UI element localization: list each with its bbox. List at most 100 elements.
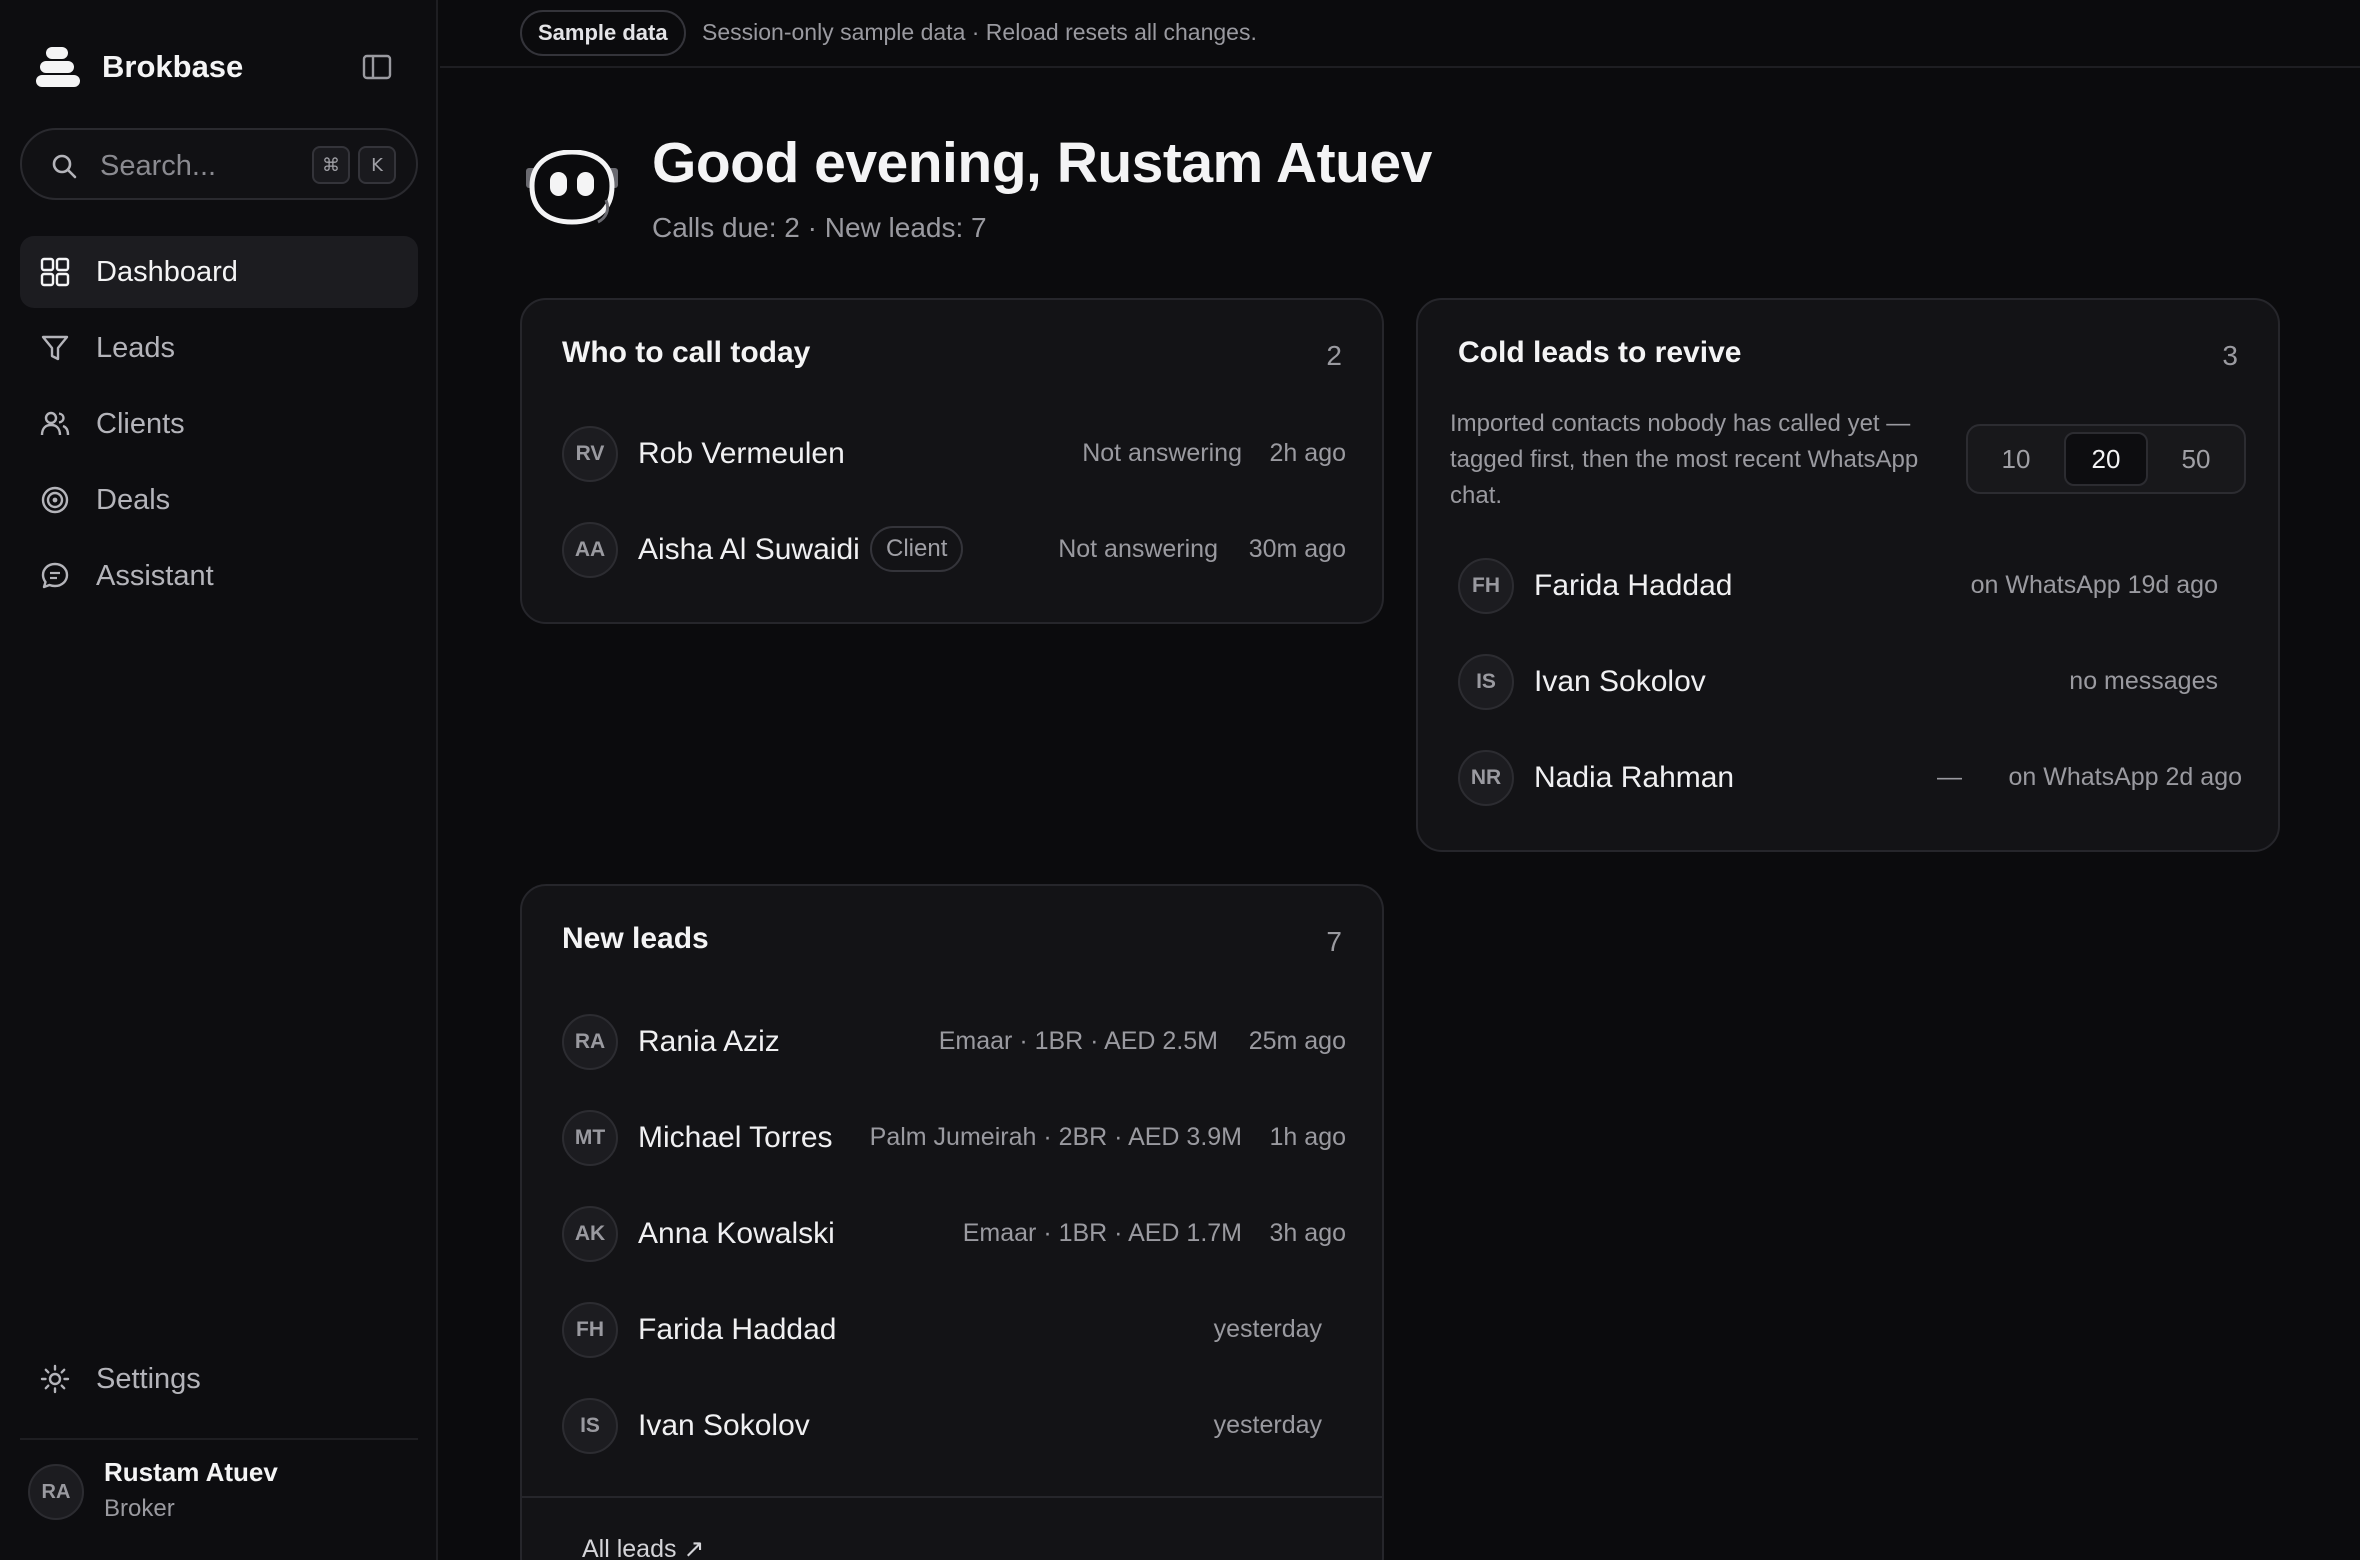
sidebar-item-assistant[interactable]: Assistant (20, 540, 418, 612)
avatar: IS (1458, 654, 1514, 710)
call-today-count: 2 (1326, 340, 1342, 371)
brokbase-logo-icon (36, 45, 80, 89)
users-icon (40, 411, 70, 436)
lead-detail: Emaar · 1BR · AED 1.7M (962, 1219, 1242, 1247)
lead-name: Michael Torres (638, 1121, 833, 1154)
assistant-bot-icon (526, 150, 618, 225)
list-item[interactable]: AA Aisha Al Suwaidi Client Not answering… (562, 520, 1346, 580)
lead-detail: Palm Jumeirah · 2BR · AED 3.9M (869, 1123, 1242, 1151)
last-contact: on WhatsApp 19d ago (1970, 571, 2218, 599)
sidebar-item-label: Assistant (96, 560, 214, 592)
lead-name: Farida Haddad (1534, 569, 1733, 602)
sidebar-item-label: Clients (96, 408, 185, 440)
greeting-summary: Calls due: 2 · New leads: 7 (652, 212, 987, 243)
time-ago: 1h ago (1269, 1123, 1346, 1151)
time-ago: 3h ago (1269, 1219, 1346, 1247)
limit-option-50[interactable]: 50 (2154, 432, 2238, 486)
card-title: Cold leads to revive (1458, 336, 1742, 369)
brand[interactable]: Brokbase (36, 42, 243, 92)
avatar: NR (1458, 750, 1514, 806)
avatar: IS (562, 1398, 618, 1454)
lead-name: Anna Kowalski (638, 1217, 835, 1250)
lead-name: Nadia Rahman (1534, 761, 1735, 794)
lead-name: Aisha Al Suwaidi (638, 533, 860, 566)
list-item[interactable]: FH Farida Haddad on WhatsApp 19d ago (1458, 556, 2218, 616)
avatar: FH (1458, 558, 1514, 614)
dashboard-grid-icon (40, 257, 70, 287)
last-contact: on WhatsApp 2d ago (2008, 763, 2243, 791)
search-placeholder: Search... (100, 150, 217, 182)
settings-sun-icon (40, 1364, 70, 1394)
list-item[interactable]: RV Rob Vermeulen Not answering 2h ago (562, 424, 1346, 484)
lead-name: Ivan Sokolov (1534, 665, 1706, 698)
user-name: Rustam Atuev (104, 1457, 278, 1487)
list-item[interactable]: NR Nadia Rahman — on WhatsApp 2d ago (1458, 748, 2242, 808)
sidebar-item-dashboard[interactable]: Dashboard (20, 236, 418, 308)
shortcut-k-key: K (358, 146, 396, 184)
client-tag: Client (870, 526, 964, 572)
lead-name: Ivan Sokolov (638, 1409, 810, 1442)
lead-detail: Emaar · 1BR · AED 2.5M (938, 1027, 1218, 1055)
call-today-card: Who to call today 2 RV Rob Vermeulen Not… (520, 298, 1384, 624)
list-item[interactable]: RA Rania Aziz Emaar · 1BR · AED 2.5M 25m… (562, 1012, 1346, 1072)
sidebar-item-leads[interactable]: Leads (20, 312, 418, 384)
time-ago: 30m ago (1248, 535, 1346, 563)
filter-funnel-icon (41, 335, 69, 361)
limit-selector: 10 20 50 (1966, 424, 2246, 494)
cold-leads-description: Imported contacts nobody has called yet … (1450, 410, 1919, 509)
new-leads-card: New leads 7 RA Rania Aziz Emaar · 1BR · … (520, 884, 1384, 1560)
sidebar-item-label: Dashboard (96, 256, 238, 288)
sidebar-item-settings[interactable]: Settings (20, 1343, 418, 1415)
lead-name: Rania Aziz (638, 1025, 780, 1058)
avatar: AA (562, 522, 618, 578)
lead-name: Rob Vermeulen (638, 437, 845, 470)
lead-tag-dash: — (1937, 763, 1962, 791)
limit-option-10[interactable]: 10 (1974, 432, 2058, 486)
sidebar-toggle-icon[interactable] (360, 50, 394, 84)
list-item[interactable]: FH Farida Haddad yesterday (562, 1300, 1322, 1360)
banner-text: Session-only sample data · Reload resets… (702, 19, 1257, 45)
card-title: New leads (562, 922, 709, 955)
sidebar-item-clients[interactable]: Clients (20, 388, 418, 460)
avatar: MT (562, 1110, 618, 1166)
sidebar-divider (20, 1438, 418, 1440)
sample-data-badge: Sample data (520, 10, 686, 56)
all-leads-link[interactable]: All leads ↗ (582, 1534, 704, 1560)
search-input[interactable]: Search... ⌘ K (20, 128, 418, 200)
last-contact: no messages (2069, 667, 2218, 695)
card-footer: All leads ↗ (522, 1496, 1382, 1560)
app-name: Brokbase (102, 49, 244, 84)
sidebar-item-label: Settings (96, 1363, 201, 1395)
time-ago: yesterday (1213, 1411, 1322, 1439)
avatar: FH (562, 1302, 618, 1358)
list-item[interactable]: AK Anna Kowalski Emaar · 1BR · AED 1.7M … (562, 1204, 1346, 1264)
avatar[interactable]: RA (28, 1464, 84, 1520)
chat-bubble-icon (41, 562, 69, 589)
sidebar: Brokbase Search... ⌘ K Dashboard Leads C… (0, 0, 438, 1560)
sidebar-item-label: Deals (96, 484, 171, 516)
avatar: RV (562, 426, 618, 482)
new-leads-count: 7 (1326, 926, 1342, 957)
time-ago: 2h ago (1269, 439, 1346, 467)
search-icon (52, 154, 77, 179)
avatar: AK (562, 1206, 618, 1262)
time-ago: 25m ago (1248, 1027, 1346, 1055)
list-item[interactable]: MT Michael Torres Palm Jumeirah · 2BR · … (562, 1108, 1346, 1168)
sample-data-banner: Sample data Session-only sample data · R… (440, 0, 2360, 68)
target-icon (41, 486, 69, 514)
call-status: Not answering (1082, 439, 1242, 467)
call-status: Not answering (1058, 535, 1218, 563)
sidebar-item-label: Leads (96, 332, 176, 364)
sidebar-item-deals[interactable]: Deals (20, 464, 418, 536)
card-title: Who to call today (562, 336, 811, 369)
cold-leads-card: Cold leads to revive 3 Imported contacts… (1416, 298, 2280, 852)
cold-leads-count: 3 (2222, 340, 2238, 371)
lead-name: Farida Haddad (638, 1313, 837, 1346)
list-item[interactable]: IS Ivan Sokolov yesterday (562, 1396, 1322, 1456)
shortcut-cmd-key: ⌘ (312, 146, 350, 184)
avatar: RA (562, 1014, 618, 1070)
page-title: Good evening, Rustam Atuev (652, 131, 1432, 195)
time-ago: yesterday (1213, 1315, 1322, 1343)
list-item[interactable]: IS Ivan Sokolov no messages (1458, 652, 2218, 712)
limit-option-20[interactable]: 20 (2064, 432, 2148, 486)
